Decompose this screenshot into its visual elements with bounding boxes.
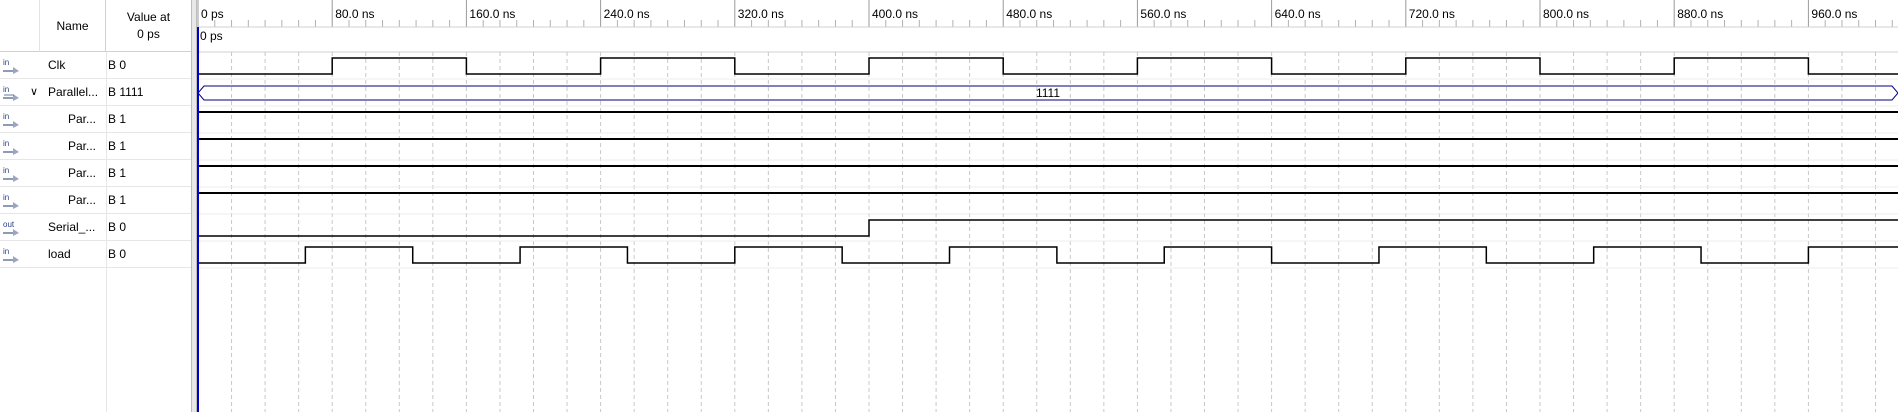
signal-row[interactable]: in Par... B 1	[0, 106, 191, 133]
time-tick-label: 720.0 ns	[1409, 7, 1455, 21]
signal-row[interactable]: in ∨ Parallel... B 1111	[0, 79, 191, 106]
time-tick-label: 240.0 ns	[604, 7, 650, 21]
name-column-header[interactable]: Name	[40, 0, 106, 52]
value-column-header[interactable]: Value at 0 ps	[106, 0, 191, 52]
time-tick-label: 880.0 ns	[1677, 7, 1723, 21]
signal-name: Par...	[68, 166, 97, 180]
input-pin-icon: in	[2, 111, 26, 128]
svg-text:in: in	[3, 139, 9, 148]
input-pin-icon: in	[2, 138, 26, 155]
signal-value: B 1	[108, 193, 127, 207]
signal-row[interactable]: in Clk B 0	[0, 52, 191, 79]
input-pin-icon: in	[2, 84, 26, 101]
time-tick-label: 0 ps	[201, 7, 224, 21]
time-tick-label: 320.0 ns	[738, 7, 784, 21]
signal-value: B 1111	[108, 85, 144, 99]
time-tick-label: 400.0 ns	[872, 7, 918, 21]
signal-name: Par...	[68, 139, 97, 153]
time-tick-label: 960.0 ns	[1811, 7, 1857, 21]
bus-value-label: 1111	[1036, 86, 1060, 100]
svg-text:in: in	[3, 112, 9, 121]
svg-text:in: in	[3, 166, 9, 175]
time-tick-label: 80.0 ns	[335, 7, 374, 21]
signal-value: B 0	[108, 58, 127, 72]
signal-name: load	[48, 247, 71, 261]
svg-text:in: in	[3, 247, 9, 256]
svg-text:in: in	[3, 58, 9, 67]
svg-text:in: in	[3, 193, 9, 202]
waveform-viewer[interactable]: 0 ps 80.0 ns 160.0 ns 240.0 ns 320.0 ns 400.0…	[197, 0, 1898, 412]
value-header-time: 0 ps	[137, 26, 160, 41]
value-header-label: Value at	[126, 9, 171, 24]
signal-name: Par...	[68, 193, 97, 207]
signal-value: B 1	[108, 139, 127, 153]
signal-list-panel: Name Value at 0 ps in Clk B 0 in ∨ Parallel..…	[0, 0, 191, 412]
name-header-label: Name	[56, 18, 89, 33]
signal-value: B 0	[108, 220, 127, 234]
time-tick-label: 560.0 ns	[1140, 7, 1186, 21]
signal-row[interactable]: in Par... B 1	[0, 160, 191, 187]
signal-name: Clk	[48, 58, 66, 72]
signal-value: B 0	[108, 247, 127, 261]
time-tick-label: 480.0 ns	[1006, 7, 1052, 21]
signal-name: Par...	[68, 112, 97, 126]
signal-value: B 1	[108, 112, 127, 126]
input-pin-icon: in	[2, 192, 26, 209]
signal-row[interactable]: in Par... B 1	[0, 187, 191, 214]
input-pin-icon: in	[2, 57, 26, 74]
signal-row[interactable]: in load B 0	[0, 241, 191, 268]
header-icon-column	[0, 0, 40, 52]
signal-row[interactable]: out Serial_... B 0	[0, 214, 191, 241]
cursor-time-label: 0 ps	[200, 29, 223, 43]
signal-name: Serial_...	[48, 220, 96, 234]
svg-text:out: out	[3, 220, 15, 229]
time-tick-label: 800.0 ns	[1543, 7, 1589, 21]
expand-chevron-icon[interactable]: ∨	[30, 85, 38, 98]
output-pin-icon: out	[2, 219, 26, 236]
signal-row[interactable]: in Par... B 1	[0, 133, 191, 160]
input-pin-icon: in	[2, 165, 26, 182]
signal-value: B 1	[108, 166, 127, 180]
time-tick-label: 640.0 ns	[1275, 7, 1321, 21]
input-pin-icon: in	[2, 246, 26, 263]
svg-text:in: in	[3, 85, 9, 94]
time-tick-label: 160.0 ns	[469, 7, 515, 21]
signal-name: Parallel...	[48, 85, 99, 99]
